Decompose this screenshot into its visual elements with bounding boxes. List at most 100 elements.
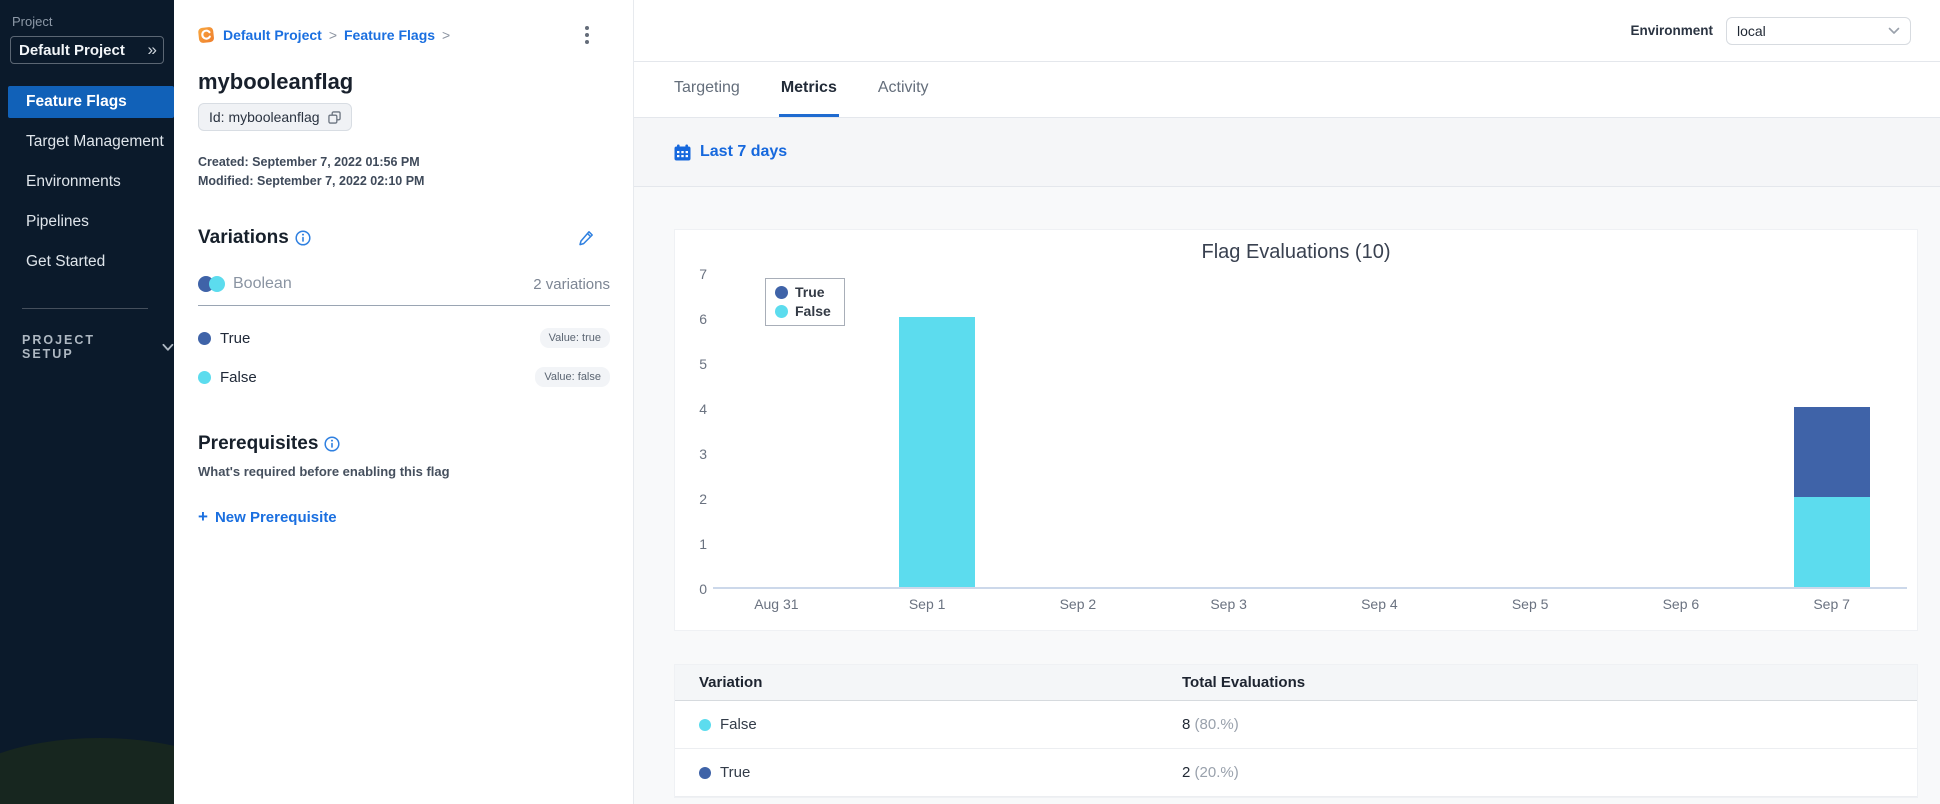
- x-tick-label: Sep 7: [1813, 596, 1850, 612]
- false-dot-icon: [699, 718, 711, 731]
- plus-icon: +: [198, 507, 208, 526]
- row-percent: (80.%): [1194, 716, 1239, 733]
- legend-true-dot-icon: [775, 285, 788, 299]
- variation-type-row: Boolean 2 variations: [198, 275, 633, 293]
- x-tick-label: Sep 4: [1361, 596, 1398, 612]
- flag-title: mybooleanflag: [198, 69, 354, 94]
- bar-true-sep-7: [1794, 407, 1871, 497]
- chart-x-axis: Aug 31 Sep 1 Sep 2 Sep 3 Sep 4 Sep 5 Sep 6 Sep …: [701, 596, 1907, 612]
- sidebar: Project Default Project » Feature Flags …: [0, 0, 174, 804]
- breadcrumb-project-link[interactable]: Default Project: [223, 27, 322, 43]
- metrics-content: Flag Evaluations (10) 0 1 2 3 4 5 6 7 True Fals…: [634, 187, 1940, 804]
- prerequisites-header: Prerequisites: [198, 433, 633, 455]
- variation-value-chip: Value: false: [535, 367, 610, 387]
- bar-false-sep-7: [1794, 497, 1871, 587]
- y-tick-label: 0: [699, 581, 707, 597]
- flag-id-text: Id: mybooleanflag: [209, 109, 320, 125]
- project-selector[interactable]: Default Project »: [10, 36, 164, 64]
- row-count: 2: [1182, 764, 1191, 781]
- breadcrumb-separator: >: [328, 26, 337, 43]
- row-percent: (20.%): [1194, 764, 1239, 781]
- created-date: Created: September 7, 2022 01:56 PM: [198, 155, 420, 169]
- environment-label: Environment: [1630, 23, 1713, 38]
- variations-divider: [198, 305, 610, 306]
- y-tick-label: 4: [699, 401, 707, 417]
- plot-area: True False: [713, 274, 1907, 589]
- info-icon[interactable]: [324, 436, 340, 452]
- sidebar-item-environments[interactable]: Environments: [0, 162, 174, 202]
- pencil-icon: [579, 231, 593, 246]
- sidebar-nav: Feature Flags Target Management Environm…: [0, 82, 174, 282]
- flag-id-chip[interactable]: Id: mybooleanflag: [198, 103, 352, 131]
- prerequisites-heading: Prerequisites: [198, 433, 319, 454]
- project-setup-toggle[interactable]: PROJECT SETUP: [0, 333, 174, 361]
- info-icon[interactable]: [295, 230, 311, 246]
- x-tick-label: Sep 3: [1210, 596, 1247, 612]
- variations-heading: Variations: [198, 227, 289, 248]
- chart-body: 0 1 2 3 4 5 6 7 True False: [687, 266, 1907, 597]
- legend-label: True: [795, 284, 825, 300]
- row-variation-name: True: [720, 764, 751, 781]
- y-tick-label: 2: [699, 491, 707, 507]
- variation-count: 2 variations: [533, 275, 610, 293]
- tab-metrics[interactable]: Metrics: [778, 62, 839, 117]
- true-dot-icon: [198, 331, 211, 345]
- flag-dates: Created: September 7, 2022 01:56 PM Modi…: [198, 153, 633, 191]
- true-dot-icon: [699, 766, 711, 779]
- sidebar-decoration: [0, 738, 174, 804]
- boolean-toggle-icon: [198, 276, 225, 292]
- legend-label: False: [795, 303, 831, 319]
- table-header: Variation Total Evaluations: [675, 665, 1917, 701]
- sidebar-item-pipelines[interactable]: Pipelines: [0, 202, 174, 242]
- variation-name: True: [220, 329, 251, 347]
- false-dot-icon: [198, 370, 211, 384]
- evaluations-table-card: Variation Total Evaluations False 8 (80.…: [674, 664, 1918, 798]
- legend-item-false: False: [775, 303, 831, 319]
- modified-date: Modified: September 7, 2022 02:10 PM: [198, 174, 425, 188]
- x-tick-label: Sep 5: [1511, 596, 1549, 612]
- environment-select-value: local: [1737, 22, 1766, 39]
- calendar-icon: [674, 144, 691, 160]
- column-header-total-evaluations: Total Evaluations: [1182, 674, 1306, 691]
- breadcrumb-separator: >: [442, 26, 451, 43]
- table-row: True 2 (20.%): [675, 749, 1917, 797]
- sidebar-divider: [22, 308, 148, 309]
- tab-activity[interactable]: Activity: [876, 62, 931, 117]
- variation-value-chip: Value: true: [539, 328, 610, 348]
- project-selector-value: Default Project: [19, 41, 125, 59]
- chart-legend: True False: [765, 278, 845, 326]
- bar-false-sep-1: [898, 317, 975, 587]
- kebab-menu-icon[interactable]: [583, 24, 591, 46]
- sidebar-item-feature-flags[interactable]: Feature Flags: [0, 82, 174, 122]
- breadcrumb-feature-flags-link[interactable]: Feature Flags: [344, 27, 435, 43]
- environment-select[interactable]: local: [1726, 16, 1911, 45]
- row-count: 8: [1182, 716, 1191, 733]
- breadcrumb: Default Project > Feature Flags >: [198, 26, 633, 43]
- sidebar-item-label: Feature Flags: [8, 86, 174, 118]
- date-range-button[interactable]: Last 7 days: [700, 143, 787, 161]
- tabs-bar: Targeting Metrics Activity: [634, 62, 1940, 118]
- column-header-variation: Variation: [699, 674, 763, 691]
- variation-row-true: True Value: true: [198, 328, 633, 348]
- chart-title: Flag Evaluations (10): [1201, 241, 1391, 263]
- environment-header: Environment local: [634, 0, 1940, 62]
- y-tick-label: 5: [699, 356, 707, 372]
- x-tick-label: Sep 1: [908, 596, 946, 612]
- main-panel: Environment local Targeting Metrics Acti…: [634, 0, 1940, 804]
- chevron-down-icon: [1888, 27, 1900, 34]
- legend-item-true: True: [775, 284, 831, 300]
- table-row: False 8 (80.%): [675, 701, 1917, 749]
- project-label: Project: [12, 14, 53, 29]
- new-prerequisite-button[interactable]: + New Prerequisite: [198, 507, 337, 527]
- copy-icon[interactable]: [327, 110, 341, 124]
- app-window: Project Default Project » Feature Flags …: [0, 0, 1940, 804]
- date-filter-bar: Last 7 days: [634, 118, 1940, 187]
- chart-y-axis: 0 1 2 3 4 5 6 7: [687, 266, 707, 597]
- sidebar-item-target-management[interactable]: Target Management: [0, 122, 174, 162]
- row-variation-name: False: [720, 716, 757, 733]
- prerequisites-description: What's required before enabling this fla…: [198, 464, 450, 479]
- edit-variations-button[interactable]: [578, 229, 595, 247]
- tab-targeting[interactable]: Targeting: [672, 62, 742, 117]
- sidebar-item-get-started[interactable]: Get Started: [0, 242, 174, 282]
- x-tick-label: Sep 2: [1059, 596, 1097, 612]
